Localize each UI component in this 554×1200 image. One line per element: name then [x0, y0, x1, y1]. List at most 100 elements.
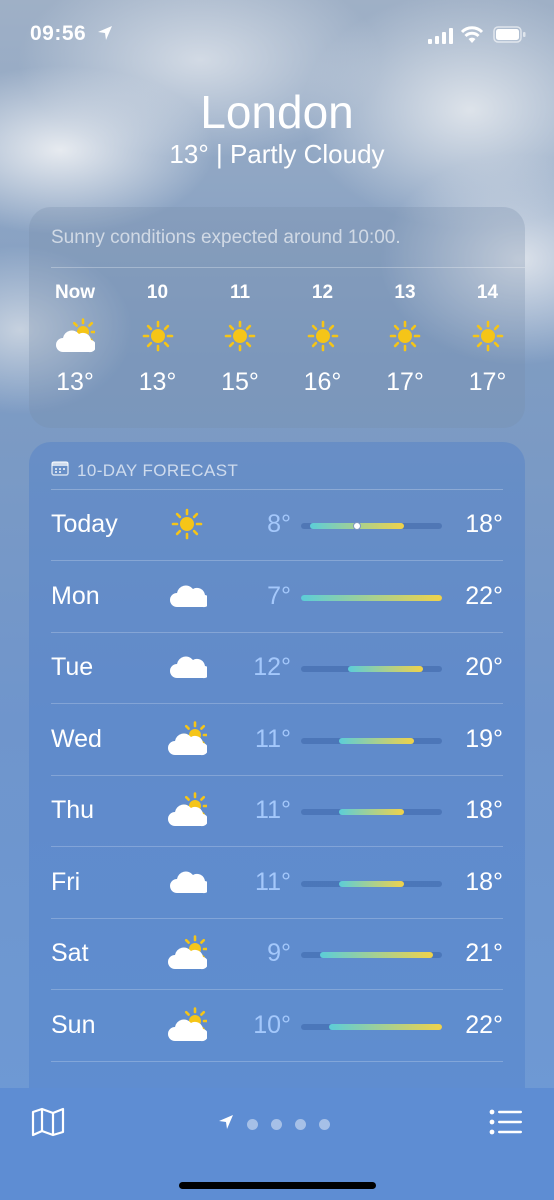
forecast-row[interactable]: Wed 11° 19°: [29, 705, 525, 776]
hour-temperature: 15°: [221, 368, 259, 396]
partly-cloudy-icon: [165, 1005, 209, 1045]
forecast-row[interactable]: Fri 11° 18°: [29, 848, 525, 919]
page-dot[interactable]: [247, 1119, 258, 1130]
partly-cloudy-icon: [35, 316, 115, 356]
hour-label: 11: [229, 282, 251, 303]
day-label: Sun: [51, 1010, 96, 1039]
forecast-title: 10-DAY FORECAST: [77, 460, 239, 480]
day-label: Tue: [51, 653, 94, 681]
forecast-row[interactable]: Today 8° 18°: [29, 490, 525, 561]
low-temperature: 11°: [255, 867, 291, 896]
high-temperature: 21°: [465, 939, 503, 967]
temperature-range-bar: [301, 522, 442, 530]
hour-temperature: 17°: [386, 368, 424, 396]
weather-summary: Sunny conditions expected around 10:00.: [51, 227, 401, 248]
temperature-range-bar: [301, 1023, 442, 1030]
low-temperature: 7°: [267, 581, 291, 610]
high-temperature: 22°: [465, 581, 503, 610]
status-bar: 09:56: [0, 0, 554, 70]
forecast-row[interactable]: Sun 10° 22°: [29, 991, 525, 1062]
divider: [51, 267, 525, 268]
partly-cloudy-icon: [165, 933, 209, 973]
cloud-icon: [165, 862, 209, 902]
partly-cloudy-icon: [165, 790, 209, 830]
hour-temperature: 16°: [303, 368, 342, 396]
low-temperature: 11°: [255, 724, 291, 753]
high-temperature: 18°: [465, 867, 503, 896]
day-label: Fri: [51, 867, 81, 896]
city-name: London: [200, 86, 354, 138]
low-temperature: 8°: [267, 510, 291, 538]
low-temperature: 9°: [267, 939, 291, 967]
temperature-range-bar: [301, 809, 442, 815]
high-temperature: 19°: [465, 724, 503, 753]
hour-temperature: 13°: [56, 368, 94, 396]
hour-column[interactable]: 11 15°: [200, 282, 280, 397]
sun-icon: [200, 316, 280, 356]
hour-temperature: 17°: [468, 368, 507, 396]
temperature-range-bar: [301, 880, 442, 887]
cloud-icon: [165, 647, 209, 687]
forecast-header: 10-DAY FORECAST: [51, 460, 238, 481]
high-temperature: 20°: [465, 653, 503, 681]
day-label: Mon: [51, 581, 100, 610]
temperature-range-fill: [301, 594, 442, 601]
temperature-range-bar: [301, 952, 442, 958]
location-header: London 13° | Partly Cloudy: [0, 84, 554, 170]
temperature-range-bar: [301, 666, 442, 672]
list-icon[interactable]: [489, 1109, 523, 1140]
current-conditions: 13° | Partly Cloudy: [169, 139, 385, 169]
hour-column[interactable]: 14 17°: [448, 282, 528, 397]
sun-icon: [448, 316, 528, 356]
day-label: Thu: [51, 796, 95, 824]
location-arrow-icon: [97, 25, 113, 46]
temperature-range-fill: [338, 880, 405, 887]
forecast-row[interactable]: Mon 7° 22°: [29, 562, 525, 633]
wifi-icon: [460, 25, 484, 49]
home-indicator: [179, 1182, 376, 1189]
hour-column[interactable]: 13 17°: [365, 282, 445, 397]
temperature-range-bar: [301, 737, 442, 744]
sun-icon: [365, 316, 445, 356]
page-dot[interactable]: [295, 1119, 306, 1130]
sun-icon: [283, 316, 363, 356]
hour-column[interactable]: 10 13°: [118, 282, 198, 397]
hour-temperature: 13°: [138, 368, 177, 396]
divider: [51, 1060, 503, 1062]
hour-label: Now: [54, 282, 96, 303]
hourly-forecast-card[interactable]: Sunny conditions expected around 10:00. …: [29, 207, 525, 428]
map-icon[interactable]: [31, 1107, 65, 1142]
high-temperature: 18°: [465, 510, 503, 538]
status-time: 09:56: [30, 22, 87, 45]
sun-icon: [165, 504, 209, 544]
current-location-page-icon[interactable]: [218, 1114, 234, 1135]
ten-day-forecast-card[interactable]: 10-DAY FORECAST Today 8° 18° Mon 7° 22° Tue 12°…: [29, 442, 525, 1142]
forecast-row[interactable]: Tue 12° 20°: [29, 633, 525, 704]
hour-column[interactable]: Now 13°: [35, 282, 115, 397]
calendar-icon: [51, 460, 69, 481]
day-label: Sat: [51, 939, 89, 967]
temperature-range-fill: [348, 666, 424, 672]
temperature-range-fill: [319, 952, 433, 958]
sun-icon: [118, 316, 198, 356]
cellular-signal-icon: [428, 28, 453, 49]
hour-label: 13: [394, 282, 416, 303]
temperature-range-bar: [301, 594, 442, 601]
high-temperature: 22°: [465, 1010, 503, 1039]
low-temperature: 12°: [253, 653, 291, 681]
temperature-range-fill: [338, 737, 414, 744]
low-temperature: 10°: [253, 1010, 291, 1039]
temperature-range-fill: [338, 809, 405, 815]
cloud-icon: [165, 576, 209, 616]
day-label: Today: [51, 510, 118, 538]
day-label: Wed: [51, 724, 102, 753]
temperature-range-fill: [329, 1023, 442, 1030]
battery-icon: [493, 26, 526, 48]
hour-label: 10: [146, 282, 169, 303]
hour-column[interactable]: 12 16°: [283, 282, 363, 397]
forecast-row[interactable]: Thu 11° 18°: [29, 776, 525, 847]
page-indicator[interactable]: [218, 1114, 330, 1135]
forecast-row[interactable]: Sat 9° 21°: [29, 919, 525, 990]
page-dot[interactable]: [271, 1119, 282, 1130]
page-dot[interactable]: [319, 1119, 330, 1130]
